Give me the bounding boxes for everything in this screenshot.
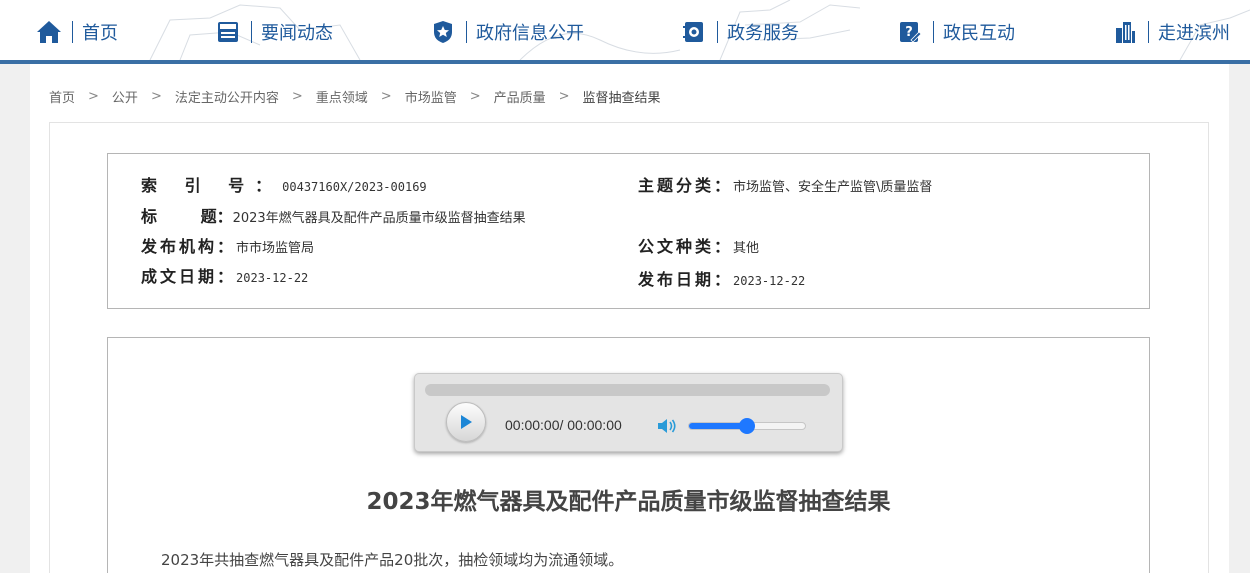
nav-separator — [72, 21, 73, 43]
nav-separator — [251, 21, 252, 43]
building-icon — [1112, 19, 1138, 45]
svg-text:?: ? — [905, 25, 913, 40]
nav-label: 政府信息公开 — [476, 23, 584, 44]
home-icon — [36, 19, 62, 45]
breadcrumb-separator: > — [469, 88, 481, 104]
top-navigation: 首页 要闻动态 政府信息公开 政务服务 ? 政民互动 走进滨州 — [0, 0, 1250, 60]
breadcrumb-separator: > — [558, 88, 570, 104]
meta-key: 公文种类： — [638, 237, 734, 256]
volume-slider[interactable] — [688, 418, 806, 434]
breadcrumb-separator: > — [380, 88, 392, 104]
audio-time: 00:00:00/ 00:00:00 — [505, 417, 622, 433]
question-edit-icon: ? — [897, 19, 923, 45]
breadcrumb-key-areas[interactable]: 重点领域 — [316, 87, 368, 106]
audio-progress-bar[interactable] — [425, 384, 830, 396]
nav-item-home[interactable]: 首页 — [36, 14, 118, 50]
breadcrumb-separator: > — [291, 88, 303, 104]
play-button[interactable] — [446, 402, 486, 442]
service-icon — [681, 19, 707, 45]
nav-label: 走进滨州 — [1158, 23, 1230, 44]
meta-value: 00437160X/2023-00169 — [282, 180, 427, 194]
breadcrumb-statutory[interactable]: 法定主动公开内容 — [175, 87, 279, 106]
nav-item-gov-info[interactable]: 政府信息公开 — [430, 14, 584, 50]
nav-label: 要闻动态 — [261, 23, 333, 44]
nav-label: 首页 — [82, 23, 118, 44]
meta-value: 其他 — [733, 241, 760, 256]
nav-item-services[interactable]: 政务服务 — [681, 14, 799, 50]
meta-key: 索 引 号： — [141, 176, 283, 195]
play-icon — [461, 415, 472, 429]
nav-item-news[interactable]: 要闻动态 — [215, 14, 333, 50]
meta-key: 发布日期： — [638, 270, 734, 289]
meta-publisher: 发布机构： 市市场监管局 — [141, 233, 314, 257]
meta-key: 发布机构： — [141, 237, 237, 256]
meta-value: 2023年燃气器具及配件产品质量市级监督抽查结果 — [232, 211, 526, 226]
meta-subject: 主题分类： 市场监管、安全生产监管\质量监督 — [638, 172, 932, 196]
audio-player: 00:00:00/ 00:00:00 — [414, 373, 843, 452]
breadcrumb-product-quality[interactable]: 产品质量 — [494, 87, 546, 106]
meta-created-date: 成文日期： 2023-12-22 — [141, 263, 308, 287]
article-paragraph: 2023年共抽查燃气器具及配件产品20批次，抽检领域均为流通领域。 — [161, 551, 624, 569]
nav-separator — [717, 21, 718, 43]
breadcrumb: 首页 > 公开 > 法定主动公开内容 > 重点领域 > 市场监管 > 产品质量 … — [49, 86, 661, 106]
meta-doc-type: 公文种类： 其他 — [638, 233, 759, 257]
breadcrumb-home[interactable]: 首页 — [49, 87, 75, 106]
breadcrumb-public[interactable]: 公开 — [112, 87, 138, 106]
meta-title: 标 题： 2023年燃气器具及配件产品质量市级监督抽查结果 — [141, 203, 526, 227]
meta-value: 市市场监管局 — [236, 241, 315, 256]
breadcrumb-separator: > — [150, 88, 162, 104]
shield-star-icon — [430, 19, 456, 45]
meta-value: 2023-12-22 — [733, 274, 806, 288]
nav-separator — [933, 21, 934, 43]
article-title: 2023年燃气器具及配件产品质量市级监督抽查结果 — [366, 489, 891, 515]
breadcrumb-market-supervision[interactable]: 市场监管 — [405, 87, 457, 106]
nav-label: 政民互动 — [943, 23, 1015, 44]
breadcrumb-current[interactable]: 监督抽查结果 — [583, 87, 661, 106]
nav-item-interaction[interactable]: ? 政民互动 — [897, 14, 1015, 50]
meta-key: 成文日期： — [141, 267, 237, 286]
nav-separator — [466, 21, 467, 43]
city-sketch-background — [149, 0, 1250, 60]
meta-index-no: 索 引 号： 00437160X/2023-00169 — [141, 172, 427, 196]
volume-slider-handle[interactable] — [739, 418, 755, 434]
meta-value: 2023-12-22 — [236, 271, 309, 285]
meta-key: 标 题： — [141, 207, 233, 226]
nav-item-about-binzhou[interactable]: 走进滨州 — [1112, 14, 1230, 50]
breadcrumb-separator: > — [88, 88, 99, 104]
nav-label: 政务服务 — [727, 23, 799, 44]
nav-separator — [1148, 21, 1149, 43]
meta-publish-date: 发布日期： 2023-12-22 — [638, 266, 805, 290]
volume-icon[interactable] — [657, 418, 677, 434]
meta-key: 主题分类： — [638, 176, 734, 195]
meta-value: 市场监管、安全生产监管\质量监督 — [733, 180, 933, 195]
news-icon — [215, 19, 241, 45]
